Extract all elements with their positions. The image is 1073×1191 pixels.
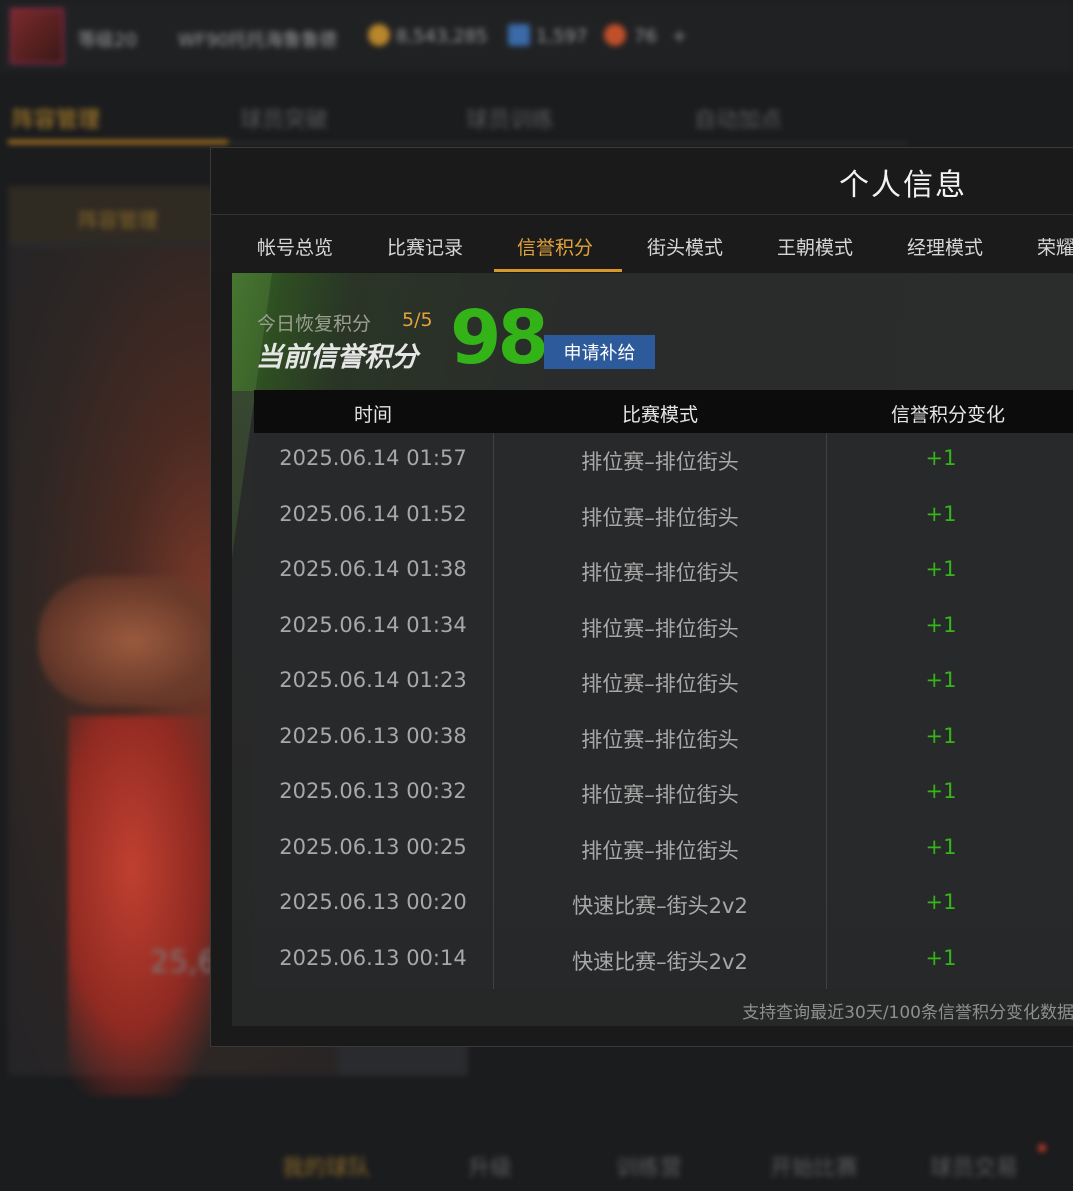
header-mode: 比赛模式 <box>621 404 698 426</box>
gold-coin-icon <box>368 24 390 46</box>
cell-mode: 排位赛–排位街头 <box>581 783 739 807</box>
tab-credit-score[interactable]: 信誉积分 <box>517 233 593 260</box>
modal-tabs: 帐号总览 比赛记录 信誉积分 街头模式 王朝模式 经理模式 荣耀 <box>211 215 1073 272</box>
nav-my-team[interactable]: 我的球队 <box>282 1150 370 1182</box>
table-row: 2025.06.13 00:14 快速比赛–街头2v2 +1 <box>254 933 1073 989</box>
tab-street-mode[interactable]: 街头模式 <box>647 233 723 260</box>
cell-mode: 排位赛–排位街头 <box>581 450 739 474</box>
gem-amount: 76 <box>634 26 657 47</box>
avatar[interactable] <box>10 8 64 64</box>
cell-time: 2025.06.13 00:14 <box>279 945 467 970</box>
cell-mode: 排位赛–排位街头 <box>581 838 739 863</box>
player-value: 25,6 <box>150 945 217 980</box>
cell-credit-change: +1 <box>925 779 957 803</box>
cell-credit-change: +1 <box>925 501 957 526</box>
bg-tab-breakthrough[interactable]: 球员突破 <box>240 102 328 134</box>
cell-credit-change: +1 <box>925 723 957 748</box>
bg-tab-divider <box>228 142 908 144</box>
cell-mode: 排位赛–排位街头 <box>581 616 739 641</box>
cell-time: 2025.06.14 01:57 <box>279 446 467 470</box>
cell-mode: 快速比赛–街头2v2 <box>572 894 748 918</box>
table-body: 2025.06.14 01:57 排位赛–排位街头 +1 2025.06.14 01:… <box>254 433 1073 989</box>
table-row: 2025.06.14 01:23 排位赛–排位街头 +1 <box>254 655 1073 711</box>
credit-content: 今日恢复积分 5/5 当前信誉积分 98 申请补给 时间 比赛模式 信誉积分变化… <box>232 273 1073 1026</box>
modal-title: 个人信息 <box>839 168 967 203</box>
cell-mode: 排位赛–排位街头 <box>581 561 739 585</box>
cell-mode: 排位赛–排位街头 <box>581 672 739 696</box>
bg-tab-auto-points[interactable]: 自动加点 <box>694 102 782 134</box>
cell-mode: 快速比赛–街头2v2 <box>572 949 748 974</box>
table-row: 2025.06.13 00:32 排位赛–排位街头 +1 <box>254 766 1073 822</box>
credit-score-value: 98 <box>450 295 549 381</box>
nav-upgrade[interactable]: 升级 <box>468 1150 512 1182</box>
ticket-amount: 1,597 <box>536 26 588 47</box>
cell-time: 2025.06.14 01:52 <box>279 501 467 526</box>
cell-credit-change: +1 <box>925 446 957 470</box>
table-row: 2025.06.14 01:57 排位赛–排位街头 +1 <box>254 433 1073 489</box>
cell-mode: 排位赛–排位街头 <box>581 727 739 752</box>
bg-tab-training[interactable]: 球员训练 <box>466 102 554 134</box>
cell-mode: 排位赛–排位街头 <box>581 505 739 530</box>
cell-time: 2025.06.13 00:32 <box>279 779 467 803</box>
personal-info-modal: 个人信息 帐号总览 比赛记录 信誉积分 街头模式 王朝模式 经理模式 荣耀 今日… <box>210 147 1073 1047</box>
header-time: 时间 <box>353 404 392 426</box>
table-row: 2025.06.14 01:52 排位赛–排位街头 +1 <box>254 489 1073 545</box>
bg-tab-lineup[interactable]: 阵容管理 <box>12 102 100 134</box>
cell-time: 2025.06.13 00:38 <box>279 723 467 748</box>
credit-score-label: 当前信誉积分 <box>256 342 418 373</box>
cell-time: 2025.06.14 01:23 <box>279 668 467 692</box>
header-credit-change: 信誉积分变化 <box>890 404 1005 426</box>
ticket-icon <box>508 24 530 46</box>
table-row: 2025.06.13 00:25 排位赛–排位街头 +1 <box>254 822 1073 878</box>
cell-credit-change: +1 <box>925 834 957 859</box>
nav-start-match[interactable]: 开始比赛 <box>770 1150 858 1182</box>
modal-header: 个人信息 <box>211 148 1073 215</box>
lineup-panel-header: 阵容管理 <box>8 186 228 242</box>
notification-dot <box>1038 1144 1046 1152</box>
cell-time: 2025.06.14 01:38 <box>279 557 467 581</box>
cell-credit-change: +1 <box>925 890 957 914</box>
tab-match-records[interactable]: 比赛记录 <box>387 233 463 260</box>
cell-credit-change: +1 <box>925 557 957 581</box>
bg-tab-underline <box>8 140 228 144</box>
cell-credit-change: +1 <box>925 612 957 637</box>
bottom-nav: 我的球队 升级 训练营 开始比赛 球员交易 <box>0 1130 1073 1191</box>
cell-credit-change: +1 <box>925 945 957 970</box>
cell-time: 2025.06.13 00:20 <box>279 890 467 914</box>
add-currency-button[interactable]: + <box>672 26 687 47</box>
query-footnote: 支持查询最近30天/100条信誉积分变化数据 <box>742 1003 1073 1023</box>
daily-recover-label: 今日恢复积分 <box>257 313 372 335</box>
background-tabs: 阵容管理 球员突破 球员训练 自动加点 <box>0 92 1073 147</box>
nav-player-trade[interactable]: 球员交易 <box>930 1150 1018 1182</box>
team-name: WF90托托海鲁鲁德 <box>178 30 338 51</box>
table-row: 2025.06.14 01:38 排位赛–排位街头 +1 <box>254 544 1073 600</box>
table-row: 2025.06.13 00:20 快速比赛–街头2v2 +1 <box>254 877 1073 933</box>
cell-time: 2025.06.14 01:34 <box>279 612 467 637</box>
table-row: 2025.06.14 01:34 排位赛–排位街头 +1 <box>254 600 1073 656</box>
table-row: 2025.06.13 00:38 排位赛–排位街头 +1 <box>254 711 1073 767</box>
credit-history-table: 时间 比赛模式 信誉积分变化 2025.06.14 01:57 排位赛–排位街头 +… <box>254 390 1073 989</box>
top-bar: 等级20 WF90托托海鲁鲁德 8,543,285 1,597 76 + <box>0 0 1073 72</box>
active-tab-underline <box>494 269 622 272</box>
tab-honor[interactable]: 荣耀 <box>1037 233 1073 260</box>
gold-amount: 8,543,285 <box>396 26 488 47</box>
lineup-panel-title: 阵容管理 <box>78 208 158 232</box>
tab-manager-mode[interactable]: 经理模式 <box>907 233 983 260</box>
cell-time: 2025.06.13 00:25 <box>279 834 467 859</box>
player-level: 等级20 <box>78 30 137 51</box>
tab-dynasty-mode[interactable]: 王朝模式 <box>777 233 853 260</box>
tab-account-overview[interactable]: 帐号总览 <box>257 233 333 260</box>
daily-recover-value: 5/5 <box>402 309 433 331</box>
cell-credit-change: +1 <box>925 668 957 692</box>
nav-training-camp[interactable]: 训练营 <box>616 1150 682 1182</box>
table-header: 时间 比赛模式 信誉积分变化 <box>254 390 1073 433</box>
gem-icon <box>604 24 626 46</box>
apply-supply-button[interactable]: 申请补给 <box>544 335 655 369</box>
